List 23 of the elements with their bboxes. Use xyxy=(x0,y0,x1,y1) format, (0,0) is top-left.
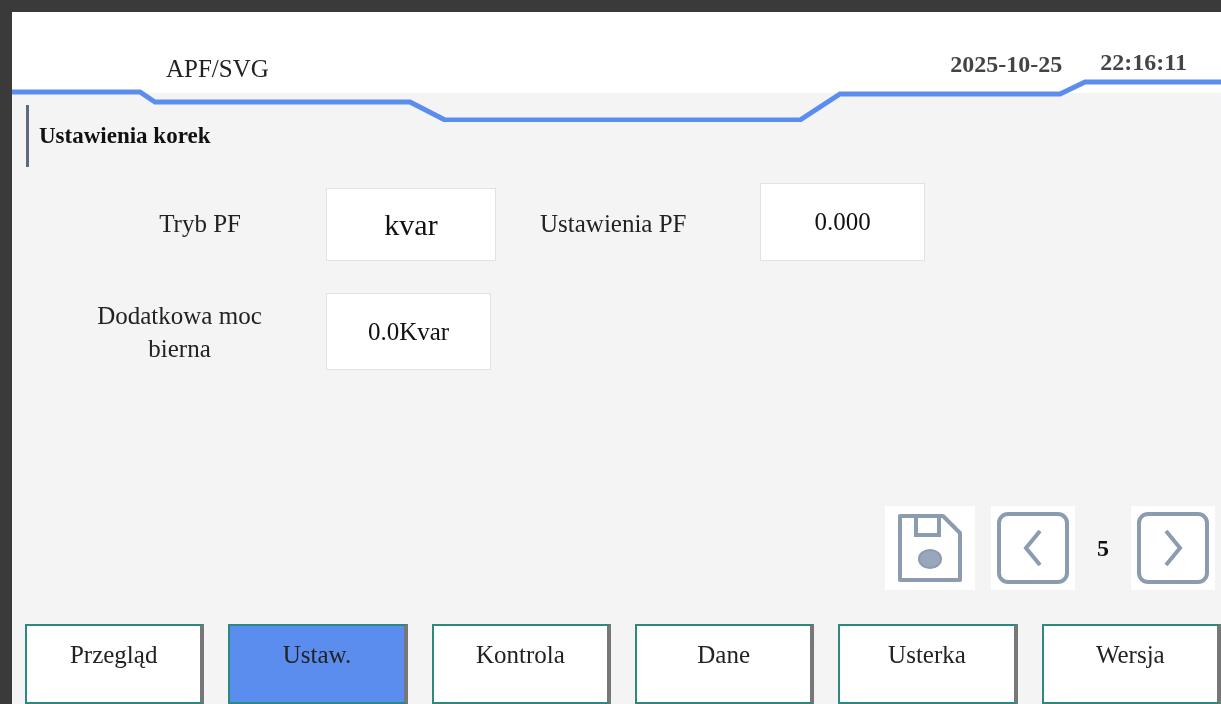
previous-page-button[interactable] xyxy=(991,506,1075,590)
reactive-power-field[interactable]: 0.0Kvar xyxy=(326,293,491,370)
section-title: Ustawienia korek xyxy=(26,104,211,167)
field-label: Dodatkowa moc bierna xyxy=(96,300,263,364)
nav-tab[interactable]: Dane xyxy=(635,624,815,704)
next-page-button[interactable] xyxy=(1131,506,1215,590)
field-label: Tryb PF xyxy=(158,209,242,240)
save-button[interactable] xyxy=(885,506,975,590)
chevron-left-icon xyxy=(996,511,1070,585)
nav-tab[interactable]: Kontrola xyxy=(431,624,611,704)
app-title: APF/SVG xyxy=(166,54,269,84)
field-label: Ustawienia PF xyxy=(540,209,688,240)
nav-tab[interactable]: Ustaw. xyxy=(228,624,408,704)
chevron-right-icon xyxy=(1136,511,1210,585)
nav-tab[interactable]: Wersja xyxy=(1041,624,1221,704)
nav-tab[interactable]: Usterka xyxy=(838,624,1018,704)
date-text: 2025-10-25 xyxy=(950,50,1063,79)
time-text: 22:16:11 xyxy=(1100,48,1187,77)
pf-setpoint-field[interactable]: 0.000 xyxy=(760,183,925,261)
mode-field[interactable]: kvar xyxy=(326,187,496,261)
save-icon xyxy=(897,513,963,583)
nav-tab[interactable]: Przegląd xyxy=(25,624,205,704)
page-number: 5 xyxy=(1097,534,1109,563)
